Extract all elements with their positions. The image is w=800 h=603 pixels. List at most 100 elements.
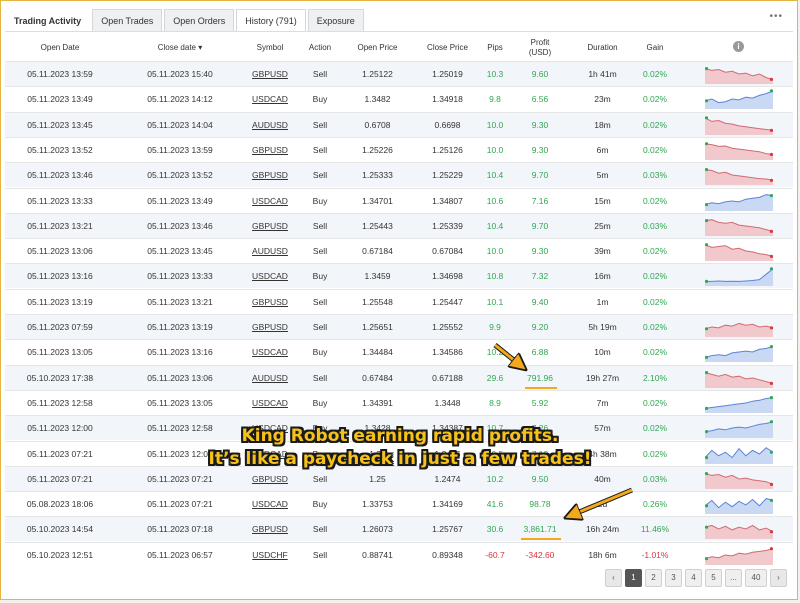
table-row[interactable]: 05.11.2023 13:19 05.11.2023 13:21 GBPUSD Se… xyxy=(5,288,793,314)
cell-symbol[interactable]: GBPUSD xyxy=(245,62,295,86)
more-options-icon[interactable]: ••• xyxy=(769,11,783,22)
table-row[interactable]: 05.11.2023 13:49 05.11.2023 14:12 USDCAD Bu… xyxy=(5,86,793,111)
sparkline-exit-dot xyxy=(769,267,773,271)
header-open-price[interactable]: Open Price xyxy=(345,35,410,61)
table-row[interactable]: 05.11.2023 13:45 05.11.2023 14:04 AUDUSD Se… xyxy=(5,111,793,137)
tab-trading-activity[interactable]: Trading Activity xyxy=(5,9,91,31)
cell-duration: 2d xyxy=(597,499,608,510)
cell-symbol[interactable]: AUDUSD xyxy=(245,366,295,390)
table-row[interactable]: 05.10.2023 14:54 05.11.2023 07:18 GBPUSD Se… xyxy=(5,516,793,542)
cell-symbol[interactable]: USDCAD xyxy=(245,264,295,288)
sparkline-entry-dot xyxy=(705,218,709,222)
sparkline-entry-dot xyxy=(705,356,709,360)
cell-duration: 15m xyxy=(594,195,611,206)
cell-pips: 9.9 xyxy=(489,322,501,332)
cell-pips: 41.6 xyxy=(486,499,504,510)
header-close-price[interactable]: Close Price xyxy=(415,35,480,61)
cell-action: Sell xyxy=(312,119,328,130)
cell-close-date: 05.11.2023 06:57 xyxy=(147,549,213,560)
table-row[interactable]: 05.11.2023 13:33 05.11.2023 13:49 USDCAD Bu… xyxy=(5,187,793,213)
tab-open-orders[interactable]: Open Orders xyxy=(164,9,235,31)
header-profit[interactable]: Profit (USD) xyxy=(525,35,555,61)
header-open-date[interactable]: Open Date xyxy=(5,35,115,61)
table-row[interactable]: 05.10.2023 12:51 05.11.2023 06:57 USDCHF Se… xyxy=(5,541,793,567)
tab-history[interactable]: History (791) xyxy=(236,9,306,31)
sparkline-exit-dot xyxy=(769,546,773,550)
header-symbol[interactable]: Symbol xyxy=(245,35,295,61)
page-button-5[interactable]: 5 xyxy=(705,569,722,587)
page-button-4[interactable]: 4 xyxy=(685,569,702,587)
cell-action: Sell xyxy=(312,144,328,155)
cell-symbol[interactable]: AUDUSD xyxy=(245,113,295,137)
cell-gain: 2.10% xyxy=(642,372,668,383)
sparkline-chart xyxy=(705,498,773,515)
sparkline-entry-dot xyxy=(705,243,709,247)
table-row[interactable]: 05.11.2023 12:58 05.11.2023 13:05 USDCAD Bu… xyxy=(5,389,793,415)
cell-duration: 5m xyxy=(596,170,609,181)
header-close-date[interactable]: Close date ▾ xyxy=(125,35,235,61)
cell-gain: 11.46% xyxy=(640,524,670,535)
cell-open-price: 1.25226 xyxy=(362,144,393,155)
profit-highlight-underline xyxy=(525,386,557,389)
tab-exposure[interactable]: Exposure xyxy=(307,9,364,31)
cell-symbol[interactable]: GBPUSD xyxy=(245,214,295,238)
cell-open-date: 05.11.2023 07:59 xyxy=(27,322,93,332)
cell-symbol[interactable]: GBPUSD xyxy=(245,138,295,162)
sparkline-exit-dot xyxy=(769,395,773,400)
cell-profit: 9.40 xyxy=(531,296,549,307)
cell-symbol[interactable]: GBPUSD xyxy=(245,290,295,314)
cell-symbol[interactable]: USDCAD xyxy=(245,340,295,364)
cell-open-date: 05.11.2023 13:49 xyxy=(27,94,93,105)
page-button-2[interactable]: 2 xyxy=(645,569,662,587)
page-button-1[interactable]: 1 xyxy=(625,569,642,587)
info-icon[interactable]: i xyxy=(733,41,744,52)
table-row[interactable]: 05.11.2023 13:59 05.11.2023 15:40 GBPUSD Se… xyxy=(5,61,793,86)
table-row[interactable]: 05.11.2023 13:05 05.11.2023 13:16 USDCAD Bu… xyxy=(5,339,793,364)
table-row[interactable]: 05.11.2023 13:06 05.11.2023 13:45 AUDUSD Se… xyxy=(5,238,793,263)
table-row[interactable]: 05.11.2023 13:52 05.11.2023 13:59 GBPUSD Se… xyxy=(5,136,793,162)
cell-symbol[interactable]: GBPUSD xyxy=(245,163,295,187)
cell-symbol[interactable]: USDCHF xyxy=(245,543,295,567)
cell-open-price: 1.25122 xyxy=(362,69,393,79)
header-gain[interactable]: Gain xyxy=(635,35,675,61)
table-row[interactable]: 05.10.2023 17:38 05.11.2023 13:06 AUDUSD Se… xyxy=(5,364,793,390)
cell-symbol[interactable]: USDCAD xyxy=(245,391,295,415)
cell-symbol[interactable]: GBPUSD xyxy=(245,315,295,339)
table-row[interactable]: 05.08.2023 18:06 05.11.2023 07:21 USDCAD Bu… xyxy=(5,491,793,516)
prev-page-button[interactable]: ‹ xyxy=(605,569,622,587)
cell-symbol[interactable]: USDCAD xyxy=(245,189,295,213)
header-action[interactable]: Action xyxy=(300,35,340,61)
cell-open-price: 1.25651 xyxy=(362,322,393,332)
header-duration[interactable]: Duration xyxy=(575,35,630,61)
cell-gain: 0.03% xyxy=(642,170,668,181)
page-ellipsis[interactable]: ... xyxy=(725,569,742,587)
next-page-button[interactable]: › xyxy=(770,569,787,587)
cell-gain: 0.02% xyxy=(642,347,668,358)
table-row[interactable]: 05.11.2023 13:46 05.11.2023 13:52 GBPUSD Se… xyxy=(5,162,793,188)
cell-open-price: 0.6708 xyxy=(364,119,391,130)
sparkline-chart xyxy=(705,168,773,186)
cell-symbol[interactable]: AUDUSD xyxy=(245,239,295,263)
cell-symbol[interactable]: USDCAD xyxy=(245,87,295,111)
cell-symbol[interactable]: GBPUSD xyxy=(245,517,295,541)
header-pips[interactable]: Pips xyxy=(480,35,510,61)
sparkline-entry-dot xyxy=(705,556,709,560)
cell-duration: 39m xyxy=(594,246,611,257)
sparkline-exit-dot xyxy=(769,178,773,183)
cell-close-price: 1.25229 xyxy=(432,170,463,181)
table-row[interactable]: 05.11.2023 13:16 05.11.2023 13:33 USDCAD Bu… xyxy=(5,263,793,289)
cell-duration: 19h 27m xyxy=(585,372,620,383)
page-button-last[interactable]: 40 xyxy=(745,569,767,587)
cell-symbol[interactable]: USDCAD xyxy=(245,492,295,516)
sparkline-chart xyxy=(705,218,773,236)
cell-open-price: 0.88741 xyxy=(362,549,393,560)
table-row[interactable]: 05.11.2023 13:21 05.11.2023 13:46 GBPUSD Se… xyxy=(5,212,793,238)
tab-open-trades[interactable]: Open Trades xyxy=(92,9,163,31)
cell-close-date: 05.11.2023 07:18 xyxy=(147,524,213,535)
cell-close-date: 05.11.2023 13:19 xyxy=(147,322,213,332)
table-row[interactable]: 05.11.2023 07:59 05.11.2023 13:19 GBPUSD Se… xyxy=(5,314,793,339)
cell-open-price: 1.33753 xyxy=(362,499,393,510)
cell-pips: 10.8 xyxy=(486,271,504,282)
page-button-3[interactable]: 3 xyxy=(665,569,682,587)
cell-open-date: 05.11.2023 12:58 xyxy=(27,397,93,408)
